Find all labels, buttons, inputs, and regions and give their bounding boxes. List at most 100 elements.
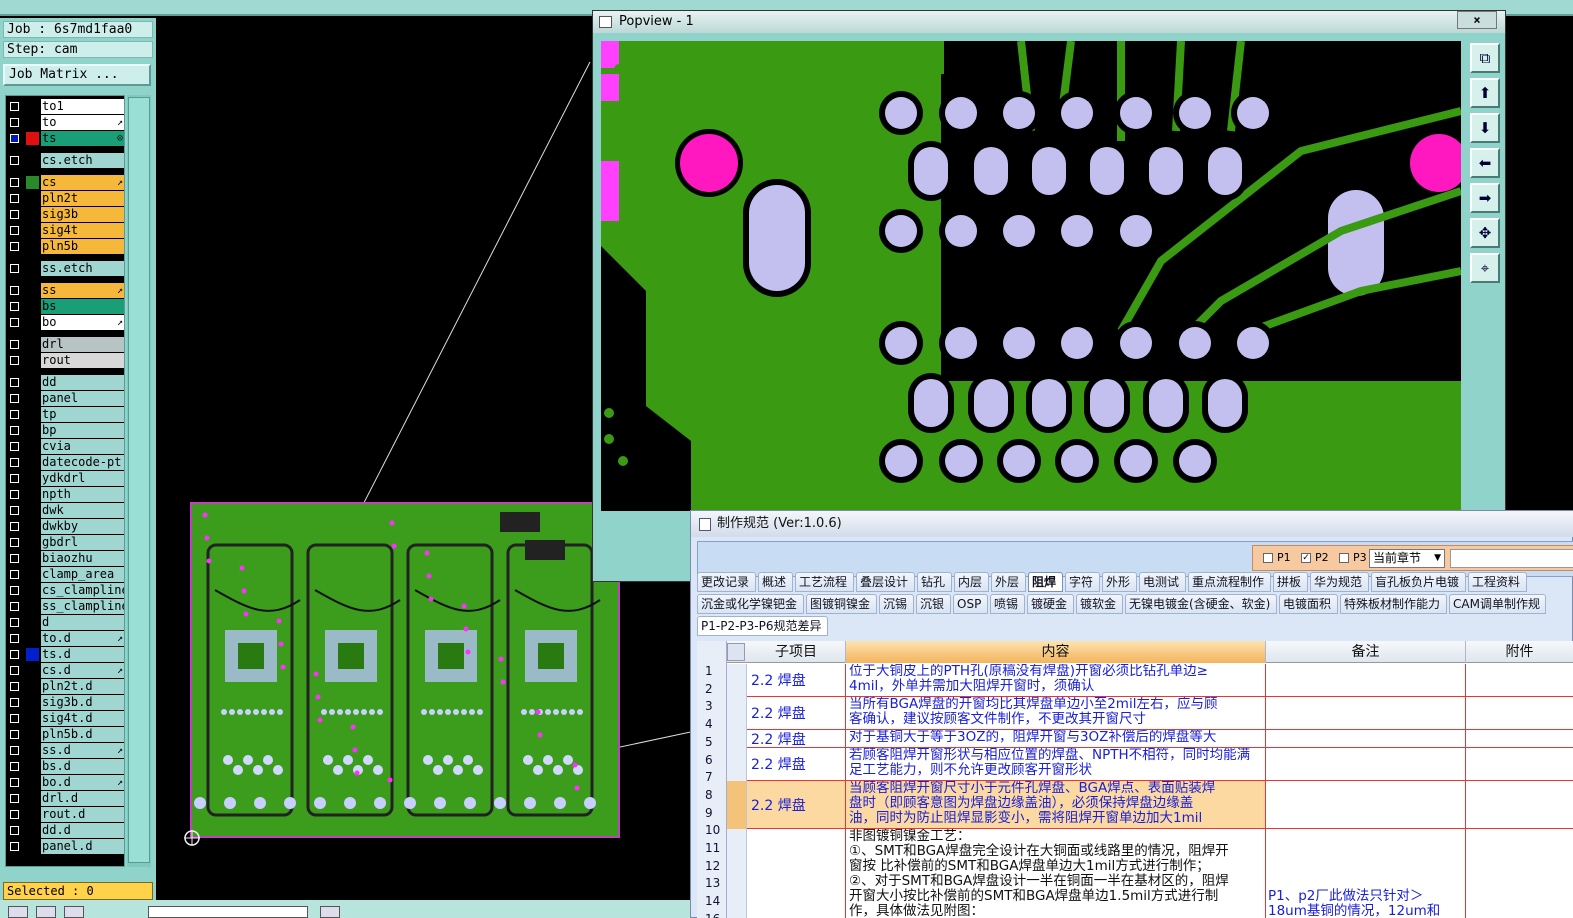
table-row[interactable]: 2.2 焊盘 若顾客阻焊开窗形状与相应位置的焊盘、NPTH不相符，同时均能满 足工艺… bbox=[727, 748, 1573, 781]
row-selector[interactable] bbox=[727, 697, 747, 730]
tab-label: 无镍电镀金(含硬金、软金) bbox=[1129, 597, 1271, 611]
row-attachment[interactable] bbox=[1466, 730, 1573, 748]
tab-label: 外层 bbox=[995, 575, 1020, 589]
tab-r1-1[interactable]: 概述 bbox=[758, 572, 793, 592]
phase-checkbox-p3[interactable] bbox=[1339, 553, 1349, 563]
table-row[interactable]: 2.2 焊盘 当顾客阻焊开窗尺寸小于元件孔焊盘、BGA焊点、表面贴装焊 盘时（即顾客… bbox=[727, 781, 1573, 829]
chapter-select[interactable]: 当前章节 ▼ bbox=[1369, 549, 1445, 568]
spec-titlebar[interactable]: 制作规范 (Ver:1.0.6) bbox=[691, 511, 1573, 537]
document-icon bbox=[699, 518, 711, 531]
cam-application: Job : 6s7md1faa0 Step: cam Job Matrix ..… bbox=[0, 0, 1573, 918]
content-line: ①、SMT和BGA焊盘完全设计在大铜面或线路里的情况，阻焊开 bbox=[849, 843, 1229, 859]
tab-r2-7[interactable]: 镀软金 bbox=[1076, 594, 1123, 614]
table-row[interactable]: 2.2 焊盘 当所有BGA焊盘的开窗均比其焊盘单边小至2mil左右，应与顾 客确认，… bbox=[727, 697, 1573, 730]
table-row[interactable]: 2.2 焊盘 对于基铜大于等于3OZ的，阻焊开窗与3OZ补偿后的焊盘等大 bbox=[727, 730, 1573, 748]
zoom-out-button[interactable]: ⌖ bbox=[1470, 253, 1500, 283]
pad bbox=[445, 709, 451, 715]
pan-left-button[interactable]: ⬅ bbox=[1470, 148, 1500, 178]
popview-canvas[interactable] bbox=[601, 41, 1461, 511]
tab-r1-2[interactable]: 工艺流程 bbox=[795, 572, 854, 592]
close-button[interactable]: × bbox=[1457, 11, 1497, 29]
phase-checkbox-p2[interactable]: ✓ bbox=[1301, 553, 1311, 563]
popview-titlebar[interactable]: Popview - 1 bbox=[593, 11, 1505, 33]
content-line: 油，同时为防止阻焊显影变小，需将阻焊开窗单边加大1mil bbox=[849, 810, 1203, 826]
pad bbox=[353, 709, 359, 715]
pad bbox=[885, 215, 917, 247]
tab-r2-10[interactable]: 特殊板材制作能力 bbox=[1340, 594, 1447, 614]
tab-r3-0[interactable]: P1-P2-P3-P6规范差异 bbox=[697, 616, 828, 636]
pan-down-button[interactable]: ⬇ bbox=[1470, 113, 1500, 143]
tab-r2-11[interactable]: CAM调单制作规 bbox=[1449, 594, 1546, 614]
pan-up-button[interactable]: ⬆ bbox=[1470, 78, 1500, 108]
tab-r1-0[interactable]: 更改记录 bbox=[697, 572, 756, 592]
pad bbox=[224, 797, 236, 809]
tab-r1-7[interactable]: 阻焊 bbox=[1028, 572, 1063, 592]
tab-r2-9[interactable]: 电镀面积 bbox=[1279, 594, 1338, 614]
tab-r1-13[interactable]: 华为规范 bbox=[1310, 572, 1369, 592]
row-selector[interactable] bbox=[727, 829, 747, 918]
table-row[interactable]: 非图镀铜镍金工艺： ①、SMT和BGA焊盘完全设计在大铜面或线路里的情况，阻焊开窗… bbox=[727, 829, 1573, 918]
pad bbox=[1061, 97, 1093, 129]
tab-r1-5[interactable]: 内层 bbox=[954, 572, 989, 592]
zoom-in-button[interactable]: ✥ bbox=[1470, 218, 1500, 248]
zoom-fit-button[interactable]: ⧉ bbox=[1470, 43, 1500, 73]
row-number: 2 bbox=[705, 681, 713, 696]
table-row[interactable]: 2.2 焊盘 位于大铜皮上的PTH孔(原稿没有焊盘)开窗必须比钻孔单边≥ 4mil，… bbox=[727, 664, 1573, 697]
bga-center bbox=[538, 643, 564, 669]
tab-label: 图镀铜镍金 bbox=[810, 597, 871, 611]
via bbox=[604, 434, 614, 444]
tab-label: CAM调单制作规 bbox=[1453, 597, 1540, 611]
tab-r1-8[interactable]: 字符 bbox=[1065, 572, 1100, 592]
column-header[interactable]: 内容 bbox=[846, 641, 1266, 663]
row-attachment[interactable] bbox=[1466, 748, 1573, 781]
tab-r1-10[interactable]: 电测试 bbox=[1139, 572, 1186, 592]
tab-r2-8[interactable]: 无镍电镀金(含硬金、软金) bbox=[1125, 594, 1277, 614]
search-input[interactable] bbox=[1450, 549, 1573, 568]
phase-label: P1 bbox=[1277, 551, 1291, 564]
row-selector[interactable] bbox=[727, 664, 747, 697]
pad bbox=[243, 755, 253, 765]
pan-up-icon: ⬆ bbox=[1478, 84, 1492, 102]
tab-r2-6[interactable]: 镀硬金 bbox=[1027, 594, 1074, 614]
column-header[interactable]: 附件 bbox=[1466, 641, 1573, 663]
row-attachment[interactable] bbox=[1466, 781, 1573, 829]
pad bbox=[561, 709, 567, 715]
tab-r1-9[interactable]: 外形 bbox=[1102, 572, 1137, 592]
row-note bbox=[1266, 748, 1466, 781]
pad bbox=[369, 709, 375, 715]
pan-right-button[interactable]: ➡ bbox=[1470, 183, 1500, 213]
tab-r2-1[interactable]: 图镀铜镍金 bbox=[806, 594, 877, 614]
tab-r2-3[interactable]: 沉银 bbox=[916, 594, 951, 614]
tab-r1-15[interactable]: 工程资料 bbox=[1468, 572, 1527, 592]
column-header[interactable]: 备注 bbox=[1266, 641, 1466, 663]
tab-r1-3[interactable]: 叠层设计 bbox=[856, 572, 915, 592]
row-selector[interactable] bbox=[727, 730, 747, 748]
column-header[interactable]: 子项目 bbox=[747, 641, 846, 663]
select-all-corner[interactable] bbox=[727, 643, 745, 661]
row-content: 当顾客阻焊开窗尺寸小于元件孔焊盘、BGA焊点、表面贴装焊 盘时（即顾客意图为焊盘边… bbox=[846, 781, 1266, 829]
tab-r1-12[interactable]: 拼板 bbox=[1273, 572, 1308, 592]
row-selector[interactable] bbox=[727, 781, 747, 829]
pad bbox=[1179, 445, 1211, 477]
content-line: 窗按 比补偿前的SMT和BGA焊盘单边大1mil方式进行制作； bbox=[849, 858, 1210, 874]
row-attachment[interactable] bbox=[1466, 664, 1573, 697]
tab-r2-4[interactable]: OSP bbox=[953, 594, 988, 614]
row-number-column: 123456789101112131416 bbox=[697, 641, 727, 918]
pad bbox=[363, 755, 373, 765]
row-attachment[interactable] bbox=[1466, 829, 1573, 918]
tab-row-3: P1-P2-P3-P6规范差异 bbox=[697, 614, 1573, 636]
tab-r1-11[interactable]: 重点流程制作 bbox=[1188, 572, 1271, 592]
row-selector[interactable] bbox=[727, 748, 747, 781]
tab-r1-6[interactable]: 外层 bbox=[991, 572, 1026, 592]
tab-r2-2[interactable]: 沉锡 bbox=[879, 594, 914, 614]
row-subitem: 2.2 焊盘 bbox=[747, 697, 846, 730]
phase-checkbox-p1[interactable] bbox=[1263, 553, 1273, 563]
tab-r2-0[interactable]: 沉金或化学镍钯金 bbox=[697, 594, 804, 614]
tab-label: 沉金或化学镍钯金 bbox=[701, 597, 798, 611]
row-attachment[interactable] bbox=[1466, 697, 1573, 730]
tab-r1-4[interactable]: 钻孔 bbox=[917, 572, 952, 592]
tab-r1-14[interactable]: 盲孔板负片电镀 bbox=[1371, 572, 1466, 592]
tab-r2-5[interactable]: 喷锡 bbox=[990, 594, 1025, 614]
pad bbox=[434, 797, 446, 809]
content-line: ②、对于SMT和BGA焊盘设计一半在铜面一半在基材区的，阻焊 bbox=[849, 873, 1229, 889]
